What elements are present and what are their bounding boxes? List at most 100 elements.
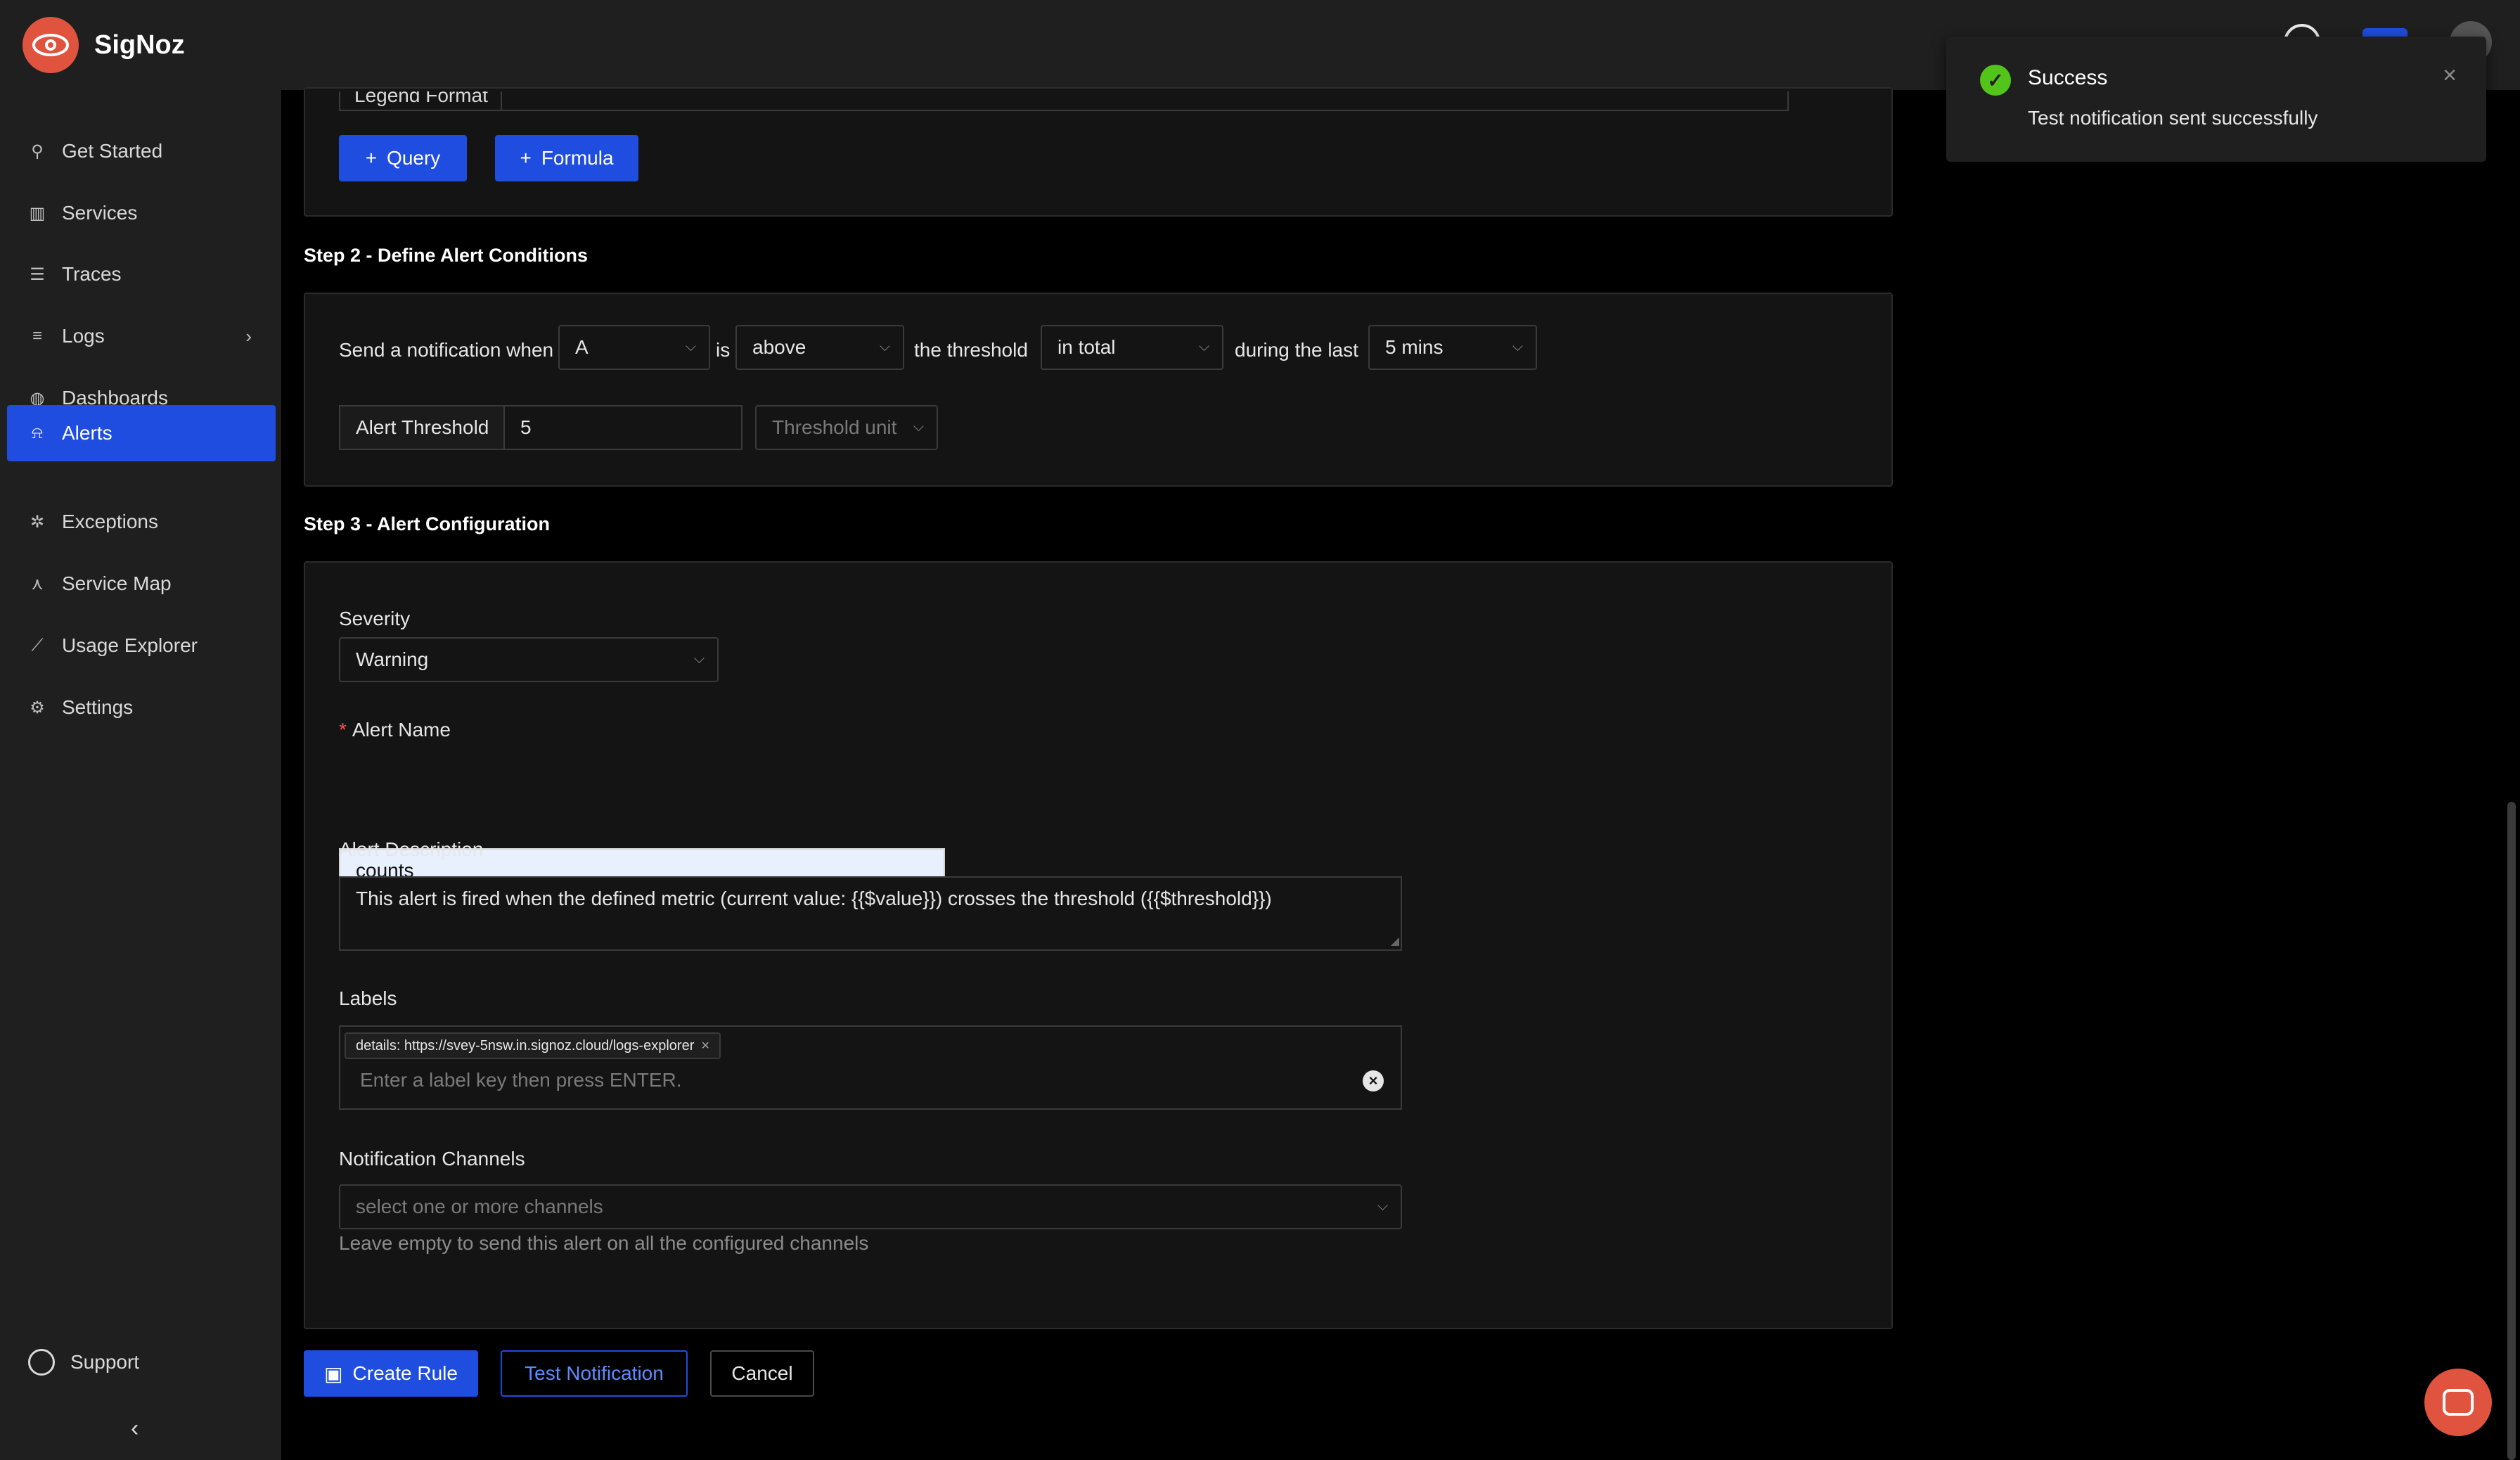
threshold-unit-placeholder: Threshold unit [772,416,897,438]
save-icon: ▣ [324,1362,343,1385]
operator-select[interactable]: above ⌵ [735,325,904,370]
alert-name-label: * Alert Name [339,719,451,741]
chevron-right-icon: › [245,325,252,347]
support-icon [28,1349,55,1376]
chevron-down-icon: ⌵ [1377,1198,1388,1214]
query-select[interactable]: A ⌵ [558,325,710,370]
sidebar-item-usage-explorer[interactable]: ⟋ Usage Explorer [7,617,276,674]
alert-description-value: This alert is fired when the defined met… [356,888,1272,909]
toast-title: Success [2028,66,2108,89]
sidebar: ⚲ Get Started ▥ Services ☰ Traces ≡ Logs… [0,90,281,1460]
during-text: during the last [1235,339,1358,361]
required-marker: * [339,719,347,741]
sidebar-item-exceptions[interactable]: ✲ Exceptions [7,494,276,550]
alert-threshold-label: Alert Threshold [339,405,505,450]
query-card: Legend Format + Query + Formula [304,87,1893,217]
logo[interactable]: SigNoz [22,17,185,73]
sidebar-item-label: Settings [62,696,134,718]
send-text: Send a notification when [339,339,554,361]
conditions-card: Send a notification when A ⌵ is above ⌵ … [304,293,1893,487]
toast-message: Test notification sent successfully [2028,107,2318,129]
main-content: Legend Format + Query + Formula Step 2 -… [281,87,2520,1460]
signoz-eye-icon [22,17,79,73]
notification-channels-select[interactable]: select one or more channels ⌵ [339,1184,1402,1229]
labels-input[interactable]: details: https://svey-5nsw.in.signoz.clo… [339,1025,1402,1110]
label-tag[interactable]: details: https://svey-5nsw.in.signoz.clo… [345,1032,721,1059]
alert-threshold-input[interactable]: 5 [503,405,742,450]
chat-icon [2443,1389,2474,1416]
sidebar-item-get-started[interactable]: ⚲ Get Started [7,123,276,179]
bar-chart-icon: ▥ [29,203,46,223]
clear-icon[interactable]: × [1363,1070,1384,1091]
query-select-value: A [575,336,589,358]
check-circle-icon: ✓ [1980,65,2011,96]
test-notification-button[interactable]: Test Notification [501,1350,688,1397]
legend-format-label: Legend Format [339,91,502,111]
configuration-card: Severity Warning ⌵ * Alert Name counts Al… [304,561,1893,1329]
severity-label: Severity [339,608,411,629]
chevron-down-icon: ⌵ [1198,339,1209,354]
add-formula-button[interactable]: + Formula [495,135,638,181]
bell-icon: ⍾ [32,423,43,442]
logs-icon: ≡ [32,326,42,345]
alert-description-textarea[interactable]: This alert is fired when the defined met… [339,876,1402,951]
channels-help-text: Leave empty to send this alert on all th… [339,1232,869,1254]
list-icon: ☰ [30,264,45,284]
is-text: is [716,339,731,361]
step2-title: Step 2 - Define Alert Conditions [304,245,589,266]
test-notification-label: Test Notification [525,1362,664,1384]
scrollbar[interactable] [2507,802,2516,1460]
chevron-down-icon: ⌵ [685,339,696,354]
labels-label: Labels [339,987,397,1009]
chevron-down-icon: ⌵ [913,419,924,435]
chevron-down-icon: ⌵ [693,651,705,667]
add-formula-label: Formula [541,147,614,169]
labels-placeholder: Enter a label key then press ENTER. [360,1069,682,1091]
share-icon: ⋏ [31,574,44,594]
bug-icon: ✲ [30,512,45,532]
create-rule-button[interactable]: ▣ Create Rule [304,1350,478,1397]
chat-support-button[interactable] [2424,1369,2492,1436]
legend-format-input[interactable] [502,91,1789,111]
sidebar-item-label: Exceptions [62,511,158,532]
severity-select[interactable]: Warning ⌵ [339,637,719,682]
match-type-select[interactable]: in total ⌵ [1041,325,1223,370]
threshold-unit-select[interactable]: Threshold unit ⌵ [755,405,938,450]
operator-select-value: above [752,336,806,358]
close-icon[interactable]: × [701,1038,709,1054]
alert-description-label: Alert Description [339,838,484,860]
step3-title: Step 3 - Alert Configuration [304,513,550,534]
channels-placeholder: select one or more channels [356,1196,603,1217]
support-link[interactable]: Support [28,1349,139,1376]
sidebar-item-label: Traces [62,263,122,285]
severity-value: Warning [356,648,429,670]
cancel-label: Cancel [731,1362,793,1384]
collapse-sidebar-icon[interactable]: ‹ [131,1415,139,1442]
cancel-button[interactable]: Cancel [710,1350,814,1397]
sidebar-item-traces[interactable]: ☰ Traces [7,246,276,302]
sidebar-item-alerts[interactable]: ⍾ Alerts [7,405,276,461]
eval-window-select[interactable]: 5 mins ⌵ [1368,325,1537,370]
sidebar-item-settings[interactable]: ⚙ Settings [7,679,276,736]
label-tag-text: details: https://svey-5nsw.in.signoz.clo… [356,1037,695,1054]
plus-icon: + [365,147,378,169]
notification-channels-label: Notification Channels [339,1148,525,1170]
resize-handle-icon[interactable]: ◢ [1391,934,1399,948]
add-query-button[interactable]: + Query [339,135,467,181]
sidebar-item-service-map[interactable]: ⋏ Service Map [7,556,276,612]
sidebar-item-services[interactable]: ▥ Services [7,185,276,241]
sidebar-item-logs[interactable]: ≡ Logs › [7,308,276,364]
success-toast: ✓ Success Test notification sent success… [1946,37,2486,162]
match-type-value: in total [1058,336,1116,358]
chevron-down-icon: ⌵ [1512,339,1523,354]
close-icon[interactable]: × [2443,62,2457,89]
sidebar-item-label: Alerts [62,422,112,444]
sidebar-item-label: Service Map [62,572,172,594]
eval-window-value: 5 mins [1385,336,1444,358]
support-label: Support [70,1351,140,1373]
app-name: SigNoz [94,30,185,60]
gear-icon: ⚙ [30,698,45,717]
plus-icon: + [520,147,532,169]
create-rule-label: Create Rule [352,1362,458,1384]
chevron-down-icon: ⌵ [879,339,890,354]
